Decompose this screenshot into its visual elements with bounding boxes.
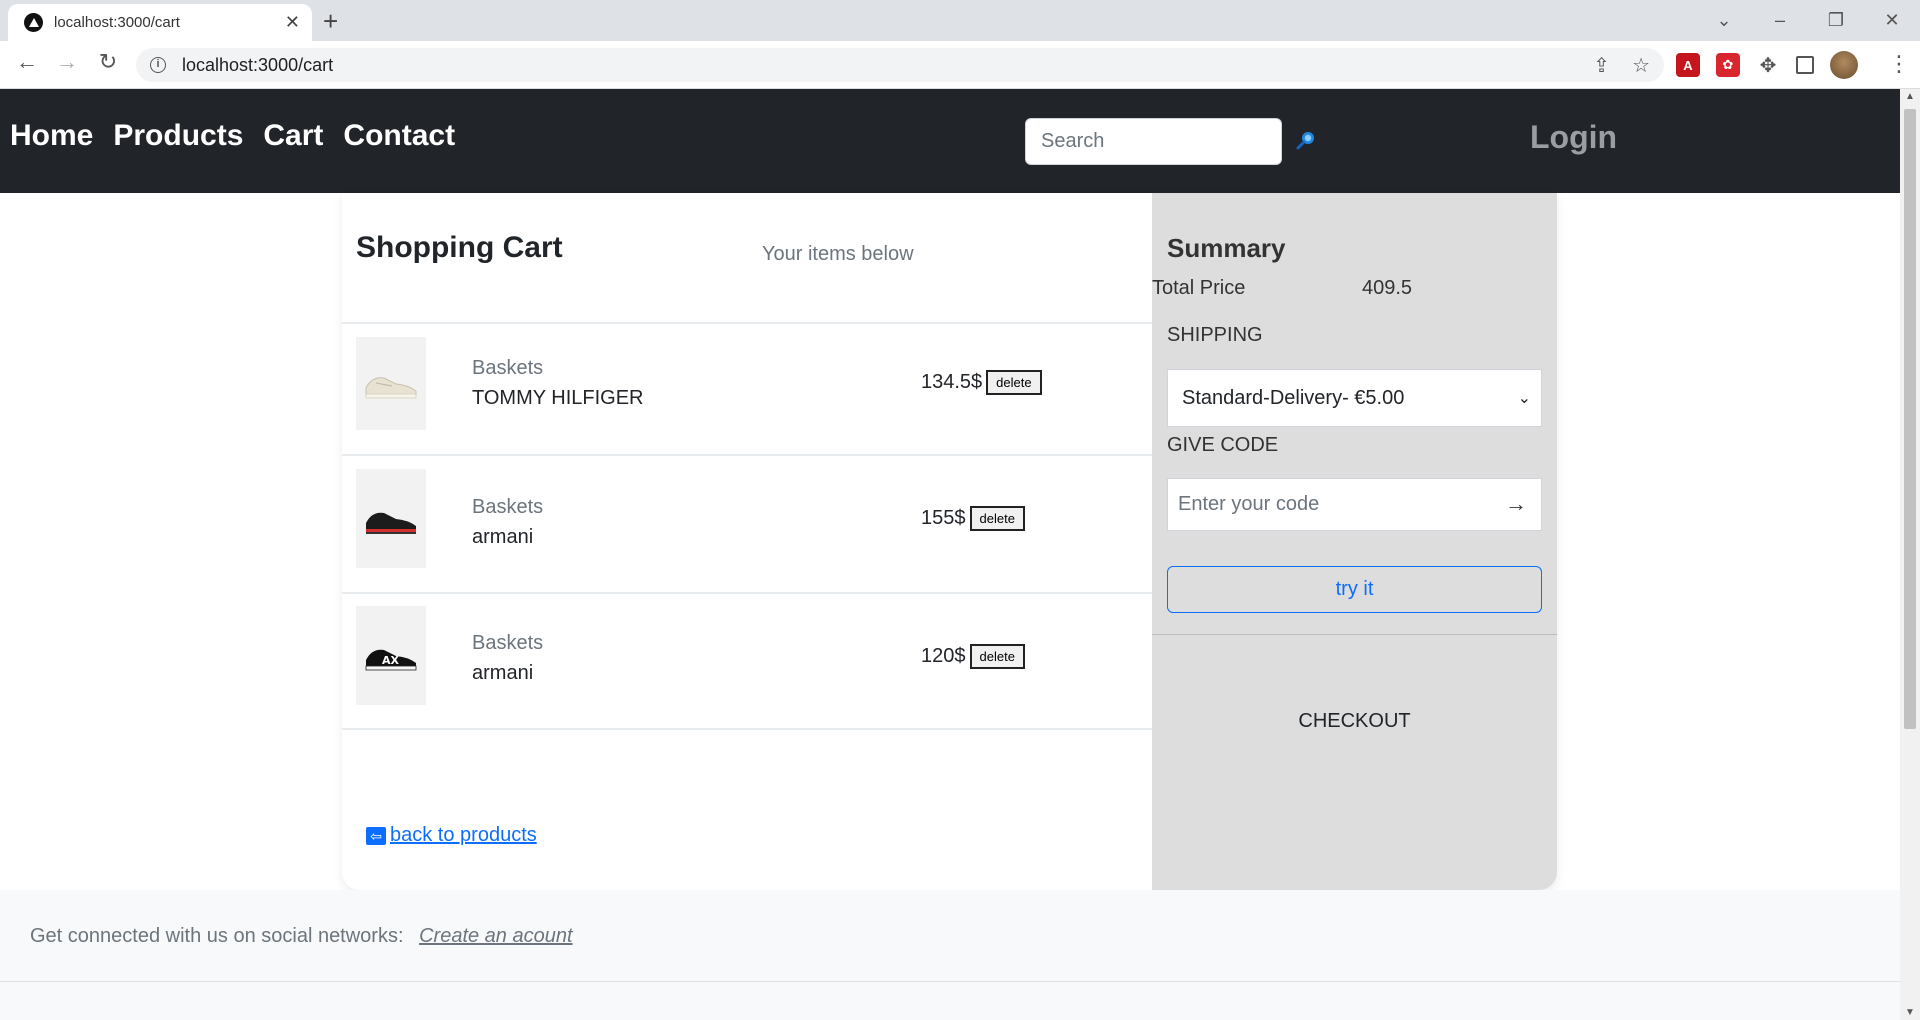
new-tab-icon[interactable]: + bbox=[323, 6, 338, 37]
sneaker-image: AX bbox=[365, 649, 417, 670]
nav-links: Home Products Cart Contact bbox=[10, 119, 455, 153]
summary-title: Summary bbox=[1167, 233, 1286, 263]
shipping-label: SHIPPING bbox=[1167, 324, 1263, 346]
cart-item: AX Baskets armani 120$ delete bbox=[342, 594, 1152, 724]
item-price: 120$ bbox=[921, 644, 966, 667]
forward-icon[interactable]: → bbox=[52, 49, 82, 75]
side-panel-icon[interactable] bbox=[1796, 56, 1814, 74]
svg-text:AX: AX bbox=[382, 654, 400, 667]
divider bbox=[0, 981, 1900, 982]
cart-item: Baskets TOMMY HILFIGER 134.5$ delete bbox=[342, 324, 1152, 454]
cart-subtitle: Your items below bbox=[762, 243, 914, 265]
window-controls: ⌄ – ❐ ✕ bbox=[1696, 0, 1920, 41]
cart-item: Baskets armani 155$ delete bbox=[342, 456, 1152, 586]
code-input[interactable] bbox=[1168, 479, 1488, 530]
pdf-extension-icon[interactable]: A bbox=[1676, 53, 1700, 77]
browser-toolbar: ← → ↻ i localhost:3000/cart ⇪ ☆ A ✿ ✥ ⋮ bbox=[0, 41, 1920, 89]
total-price-label: Total Price bbox=[1152, 277, 1246, 299]
checkout-button[interactable]: CHECKOUT bbox=[1152, 710, 1557, 733]
reload-icon[interactable]: ↻ bbox=[93, 49, 123, 75]
footer-text-row: Get connected with us on social networks… bbox=[30, 925, 573, 948]
back-icon[interactable]: ← bbox=[12, 49, 42, 75]
item-name: TOMMY HILFIGER bbox=[472, 387, 644, 409]
item-price-row: 120$ delete bbox=[921, 644, 1025, 669]
product-image: AX bbox=[356, 606, 426, 705]
nav-home-link[interactable]: Home bbox=[10, 119, 93, 153]
total-price-value: 409.5 bbox=[1362, 277, 1413, 299]
tab-search-icon[interactable]: ⌄ bbox=[1696, 10, 1752, 31]
minimize-icon[interactable]: – bbox=[1752, 10, 1808, 31]
scroll-down-icon[interactable]: ▼ bbox=[1900, 1007, 1920, 1018]
cart-items-panel: Shopping Cart Your items below Baskets T… bbox=[342, 193, 1152, 890]
item-name: armani bbox=[472, 526, 534, 548]
footer-social-text: Get connected with us on social networks… bbox=[30, 925, 404, 947]
nav-cart-link[interactable]: Cart bbox=[263, 119, 323, 153]
address-actions: ⇪ ☆ bbox=[1593, 53, 1650, 78]
search-icon[interactable] bbox=[1295, 129, 1317, 151]
shipping-selected-value: Standard-Delivery- €5.00 bbox=[1182, 386, 1405, 409]
site-navbar: Home Products Cart Contact Login bbox=[0, 89, 1900, 193]
back-link-label: back to products bbox=[390, 824, 537, 846]
tab-title: localhost:3000/cart bbox=[54, 14, 180, 31]
site-footer: Get connected with us on social networks… bbox=[0, 890, 1900, 1020]
login-link[interactable]: Login bbox=[1530, 119, 1617, 156]
item-price-row: 134.5$ delete bbox=[921, 370, 1042, 395]
page-viewport: Home Products Cart Contact Login Shoppin… bbox=[0, 89, 1900, 1020]
nav-contact-link[interactable]: Contact bbox=[343, 119, 455, 153]
code-label: GIVE CODE bbox=[1167, 434, 1279, 456]
nav-products-link[interactable]: Products bbox=[113, 119, 243, 153]
cart-card: Shopping Cart Your items below Baskets T… bbox=[342, 193, 1557, 890]
search-input[interactable] bbox=[1025, 118, 1282, 165]
product-image bbox=[356, 337, 426, 430]
address-bar[interactable]: i localhost:3000/cart ⇪ ☆ bbox=[136, 48, 1664, 82]
app-favicon-icon bbox=[24, 13, 43, 32]
try-it-button[interactable]: try it bbox=[1167, 566, 1542, 613]
chevron-down-icon: ⌄ bbox=[1517, 390, 1531, 407]
sneaker-image bbox=[365, 376, 417, 398]
share-icon[interactable]: ⇪ bbox=[1593, 53, 1610, 78]
browser-tab[interactable]: localhost:3000/cart ✕ bbox=[8, 4, 312, 41]
scroll-up-icon[interactable]: ▲ bbox=[1900, 91, 1920, 102]
close-tab-icon[interactable]: ✕ bbox=[285, 12, 300, 33]
divider bbox=[1152, 634, 1557, 635]
item-price-row: 155$ delete bbox=[921, 506, 1025, 531]
address-url[interactable]: localhost:3000/cart bbox=[182, 55, 333, 76]
shipping-select[interactable]: Standard-Delivery- €5.00 ⌄ bbox=[1167, 369, 1542, 427]
product-image bbox=[356, 469, 426, 568]
scroll-thumb[interactable] bbox=[1904, 109, 1916, 729]
item-price: 134.5$ bbox=[921, 370, 983, 393]
create-account-link[interactable]: Create an acount bbox=[419, 925, 572, 947]
divider bbox=[342, 728, 1152, 730]
browser-menu-icon[interactable]: ⋮ bbox=[1888, 51, 1910, 77]
back-arrow-icon: ⇦ bbox=[366, 826, 386, 845]
cart-title: Shopping Cart bbox=[356, 231, 563, 264]
item-name: armani bbox=[472, 662, 534, 684]
delete-button[interactable]: delete bbox=[969, 644, 1025, 669]
red-extension-icon[interactable]: ✿ bbox=[1716, 53, 1740, 77]
page-scrollbar[interactable]: ▲ ▼ bbox=[1900, 89, 1920, 1020]
restore-icon[interactable]: ❐ bbox=[1808, 10, 1864, 31]
summary-panel: Summary Total Price 409.5 SHIPPING Stand… bbox=[1152, 193, 1557, 890]
delete-button[interactable]: delete bbox=[986, 370, 1042, 395]
extensions-puzzle-icon[interactable]: ✥ bbox=[1756, 53, 1780, 77]
site-info-icon[interactable]: i bbox=[150, 57, 166, 73]
bookmark-star-icon[interactable]: ☆ bbox=[1632, 53, 1650, 78]
sneaker-image bbox=[366, 512, 416, 534]
item-price: 155$ bbox=[921, 506, 966, 529]
item-category: Baskets bbox=[472, 357, 544, 379]
arrow-right-icon[interactable]: → bbox=[1505, 491, 1527, 517]
profile-avatar[interactable] bbox=[1830, 51, 1858, 79]
close-window-icon[interactable]: ✕ bbox=[1864, 10, 1920, 31]
code-field: → bbox=[1167, 478, 1542, 531]
back-to-products-link[interactable]: ⇦ back to products bbox=[366, 824, 537, 847]
item-category: Baskets bbox=[472, 632, 544, 654]
browser-tabstrip: localhost:3000/cart ✕ + ⌄ – ❐ ✕ bbox=[0, 0, 1920, 41]
item-category: Baskets bbox=[472, 496, 544, 518]
delete-button[interactable]: delete bbox=[969, 506, 1025, 531]
extensions-area: A ✿ ✥ bbox=[1676, 51, 1858, 79]
